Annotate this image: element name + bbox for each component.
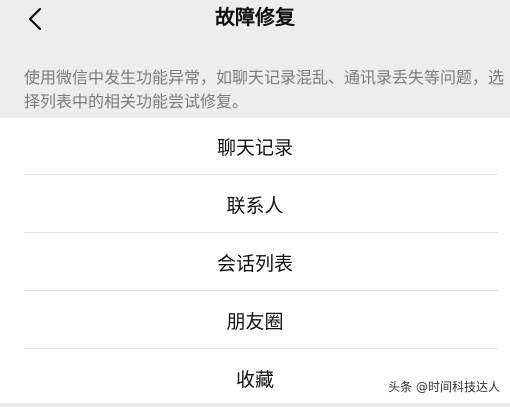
menu-item-chat-history[interactable]: 聊天记录 <box>0 118 510 175</box>
menu-item-favorites[interactable]: 收藏 <box>0 349 510 407</box>
menu-item-contacts[interactable]: 联系人 <box>0 175 510 233</box>
page-title: 故障修复 <box>215 5 295 29</box>
menu-item-conversation-list[interactable]: 会话列表 <box>0 233 510 291</box>
menu-item-moments[interactable]: 朋友圈 <box>0 291 510 349</box>
nav-bar: 故障修复 <box>0 0 510 40</box>
repair-options-list: 聊天记录 联系人 会话列表 朋友圈 收藏 <box>0 118 510 403</box>
watermark: 头条 @时间科技达人 <box>388 380 500 394</box>
description-text: 使用微信中发生功能异常，如聊天记录混乱、通讯录丢失等问题，选择列表中的相关功能尝… <box>24 68 505 111</box>
